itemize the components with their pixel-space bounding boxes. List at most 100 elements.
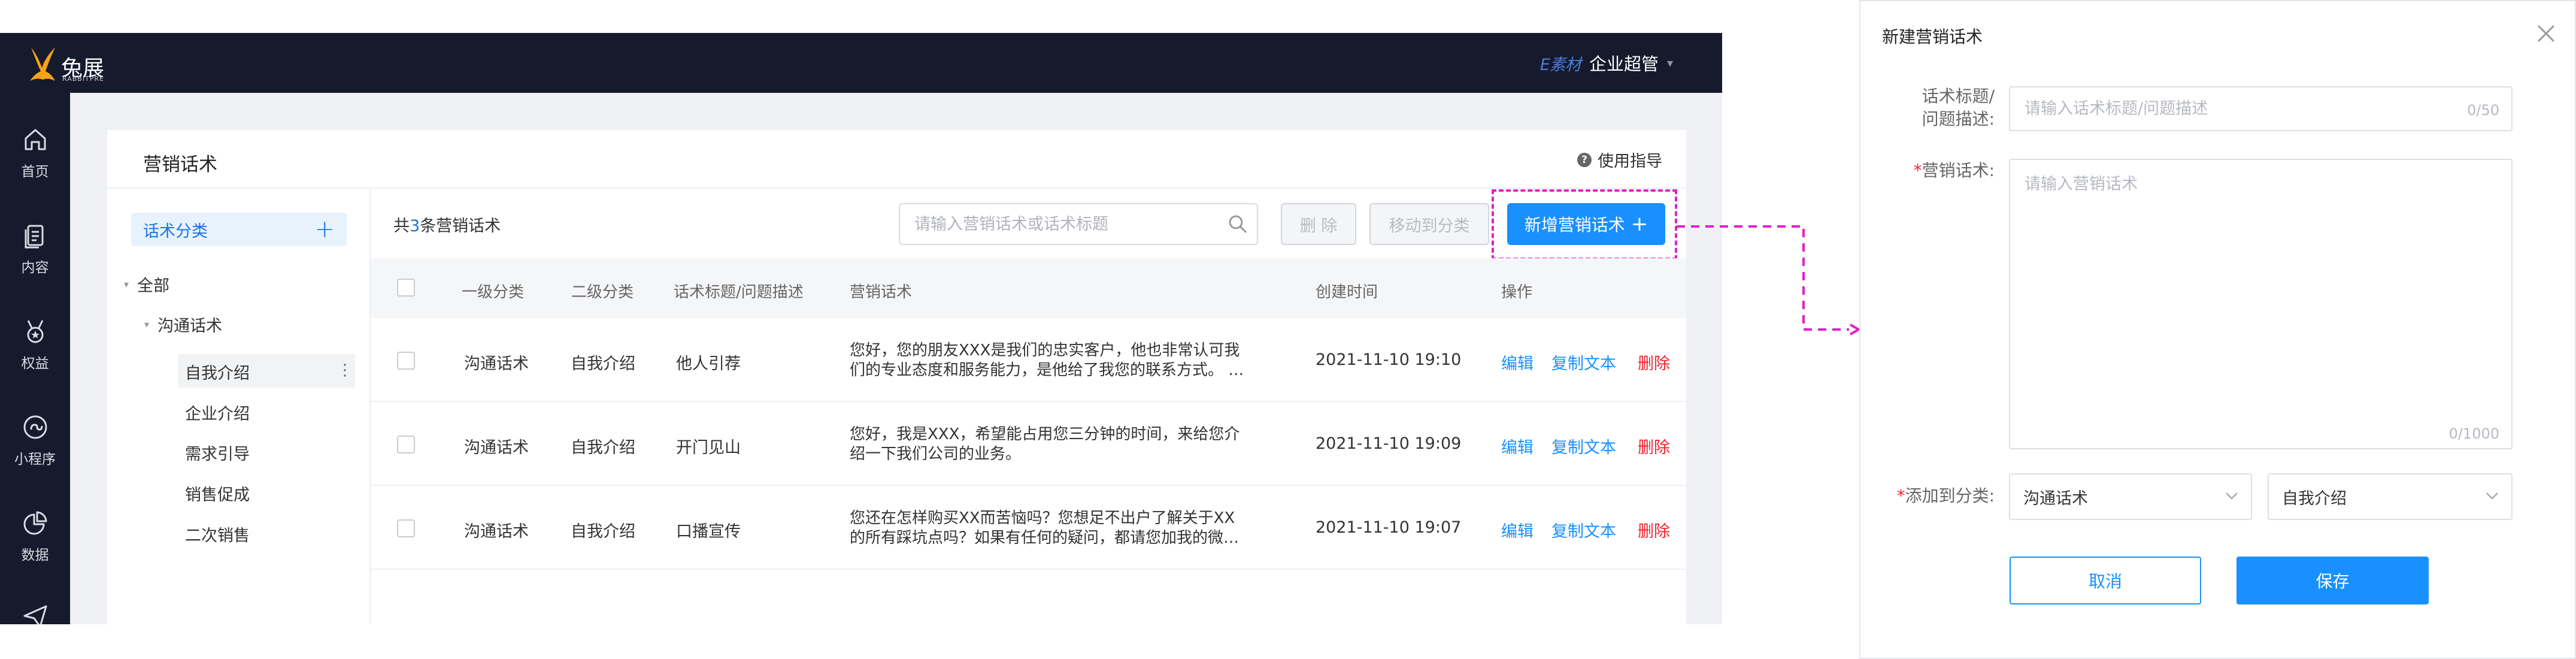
cell-script: 您好，您的朋友XXX是我们的忠实客户，他也非常认可我 们的专业态度和服务能力，是… [850,341,1287,380]
tree-item-repeat-sales[interactable]: 二次销售 [185,522,250,546]
edit-link[interactable]: 编辑 [1501,350,1534,374]
category2-select[interactable]: 自我介绍 [2268,473,2513,520]
category1-select[interactable]: 沟通话术 [2009,473,2252,520]
cell-category1: 沟通话术 [464,522,529,541]
save-button[interactable]: 保存 [2236,557,2429,604]
copy-text-link[interactable]: 复制文本 [1551,434,1616,458]
tree-item-label: 销售促成 [185,486,250,504]
send-icon [19,599,52,624]
new-script-dialog: 新建营销话术 话术标题/ 问题描述: 0/50 *营销话术: 0/1000 *添… [1859,0,2576,659]
cell-title: 口播宣传 [676,522,741,541]
script-field: 0/1000 [2009,159,2513,449]
copy-text-link[interactable]: 复制文本 [1551,350,1616,374]
cell-created-time: 2021-11-10 19:07 [1316,518,1462,537]
top-bar: 兔展 RABBITPRE E素材 企业超管 ▾ [0,33,1722,93]
script-line: 的所有踩坑点吗？如果有任何的疑问，都请您加我的微… [850,529,1239,547]
brand-mark: E素材 [1539,55,1581,74]
search-box [899,203,1258,245]
table-row: 沟通话术 自我介绍 开门见山 您好，我是XXX，希望能占用您三分钟的时间，来给您… [371,402,1686,486]
script-line: 绍一下我们公司的业务。 [850,445,1022,463]
nav-label: 首页 [21,164,49,180]
script-textarea[interactable] [2010,160,2511,448]
new-script-button[interactable]: 新增营销话术 + [1507,203,1665,245]
nav-label: 内容 [21,260,49,276]
script-line: 您好，您的朋友XXX是我们的忠实客户，他也非常认可我 [850,341,1240,359]
user-role-label: 企业超管 [1589,54,1659,74]
flow-connector-arrow [1677,225,1862,335]
cell-script: 您还在怎样购买XX而苦恼吗？您想足不出户了解关于XX 的所有踩坑点吗？如果有任何… [850,509,1287,548]
search-input[interactable] [900,204,1257,244]
new-script-label: 新增营销话术 [1524,215,1625,235]
cell-category1: 沟通话术 [464,355,529,373]
tree-item-label: 需求引导 [185,445,250,464]
edit-link[interactable]: 编辑 [1501,518,1534,542]
table-row: 沟通话术 自我介绍 口播宣传 您还在怎样购买XX而苦恼吗？您想足不出户了解关于X… [371,486,1686,570]
title-input[interactable] [2010,87,2511,130]
copy-text-link[interactable]: 复制文本 [1551,518,1616,542]
script-char-counter: 0/1000 [2448,425,2499,442]
delete-link[interactable]: 删除 [1638,350,1670,374]
add-category-icon[interactable]: + [314,217,335,241]
search-icon[interactable] [1227,213,1248,235]
column-header: 操作 [1501,283,1533,301]
label-text: 添加到分类: [1905,486,1995,506]
nav-item-mini-program[interactable]: 小程序 [0,410,70,476]
tree-item-label: 二次销售 [185,527,250,545]
tree-node-label: 沟通话术 [157,317,223,335]
tree-node-label: 全部 [137,277,170,295]
row-checkbox[interactable] [397,519,415,537]
tree-item-label: 企业介绍 [185,405,250,424]
script-line: 您还在怎样购买XX而苦恼吗？您想足不出户了解关于XX [850,509,1235,527]
tree-item-company-intro[interactable]: 企业介绍 [185,401,250,424]
tree-node-group[interactable]: ▾ 沟通话术 [144,313,222,336]
close-icon[interactable] [2535,23,2557,44]
bulk-delete-button[interactable]: 删 除 [1281,203,1356,245]
cell-title: 他人引荐 [676,355,741,373]
tree-item-sales-close[interactable]: 销售促成 [185,482,250,505]
nav-label: 小程序 [14,452,56,467]
tree-item-self-intro[interactable]: 自我介绍 [185,360,250,383]
script-line: 们的专业态度和服务能力，是他给了我您的联系方式。 … [850,361,1244,379]
rabbit-logo-icon [30,47,55,81]
cell-created-time: 2021-11-10 19:10 [1316,350,1462,369]
document-icon [19,219,52,252]
question-icon: ? [1577,152,1592,167]
move-to-category-button[interactable]: 移动到分类 [1369,203,1489,245]
edit-link[interactable]: 编辑 [1501,434,1534,458]
select-all-checkbox[interactable] [397,279,415,297]
pie-chart-icon [19,506,52,540]
nav-item-home[interactable]: 首页 [0,123,70,189]
selected-value: 自我介绍 [2282,489,2347,508]
cell-category2: 自我介绍 [571,355,635,373]
title-char-counter: 0/50 [2467,102,2499,119]
required-mark: * [1896,486,1905,506]
tree-node-root[interactable]: ▾ 全部 [124,273,169,296]
column-header: 一级分类 [462,283,525,301]
nav-item-benefits[interactable]: 权益 [0,315,70,380]
row-checkbox[interactable] [397,436,415,454]
home-icon [19,123,52,156]
category-field-label: *添加到分类: [1884,485,1995,507]
help-link[interactable]: ? 使用指导 [1577,148,1662,171]
delete-link[interactable]: 删除 [1638,518,1670,542]
nav-item-data[interactable]: 数据 [0,506,70,572]
column-header: 营销话术 [850,283,913,301]
label-line: 话术标题/ [1922,86,1995,106]
cell-category1: 沟通话术 [464,439,529,457]
dialog-title: 新建营销话术 [1882,27,1983,47]
tree-item-needs-guide[interactable]: 需求引导 [185,441,250,464]
nav-item-content[interactable]: 内容 [0,219,70,285]
cancel-button[interactable]: 取消 [2010,557,2201,604]
side-nav: 首页 内容 权益 小程序 数据 [0,93,70,624]
column-header: 创建时间 [1316,283,1378,301]
nav-item-send[interactable] [0,599,70,624]
app-window: 兔展 RABBITPRE E素材 企业超管 ▾ 首页 内容 权益 小程序 数据 … [0,33,1722,624]
delete-link[interactable]: 删除 [1638,434,1670,458]
more-vertical-icon[interactable]: ⋮ [337,361,353,379]
account-menu[interactable]: E素材 企业超管 ▾ [1540,51,1673,75]
caret-down-icon: ▾ [124,279,129,290]
nav-label: 权益 [21,356,49,371]
count-suffix: 条营销话术 [420,217,501,235]
cell-title: 开门见山 [676,439,741,457]
row-checkbox[interactable] [397,352,415,370]
